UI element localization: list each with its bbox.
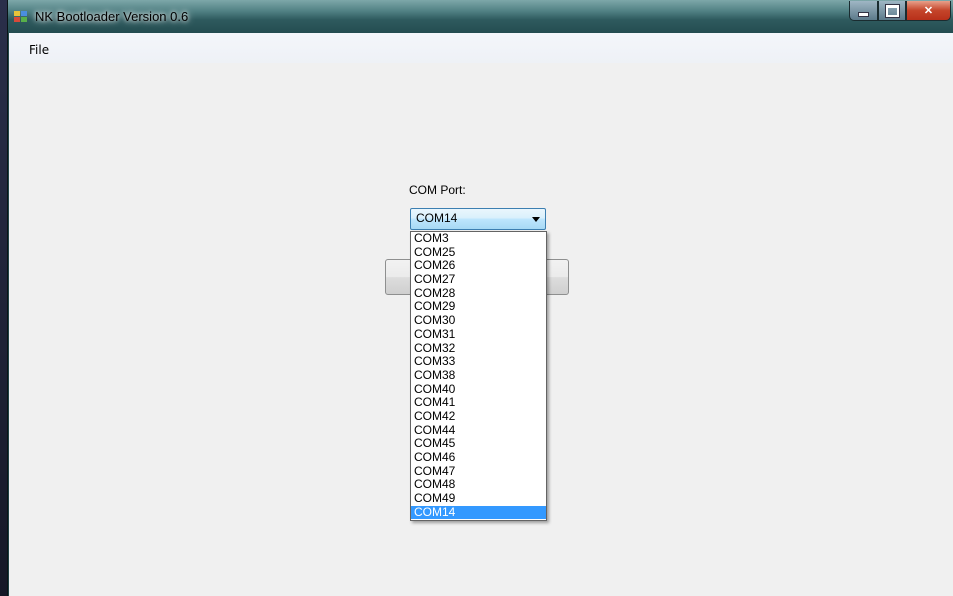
caption-buttons: ✕ (849, 1, 951, 21)
com-port-option[interactable]: COM27 (411, 272, 546, 287)
com-port-option[interactable]: COM25 (411, 245, 546, 260)
com-port-option[interactable]: COM46 (411, 450, 546, 465)
minimize-icon (858, 11, 869, 17)
close-icon: ✕ (923, 5, 934, 17)
app-window-icon (14, 11, 28, 23)
maximize-button[interactable] (878, 1, 906, 21)
client-area: File COM Port: COM14 COM3 COM25 COM26 COM27… (9, 33, 953, 596)
com-port-option[interactable]: COM48 (411, 478, 546, 492)
com-port-label: COM Port: (409, 183, 466, 197)
com-port-option[interactable]: COM28 (411, 286, 546, 301)
com-port-dropdown-list: COM3 COM25 COM26 COM27 COM28 COM29 COM30 COM31 C… (410, 231, 547, 521)
menu-bar: File (9, 33, 953, 63)
com-port-option[interactable]: COM14 (411, 505, 546, 520)
minimize-button[interactable] (849, 1, 878, 21)
com-port-option[interactable]: COM44 (411, 423, 546, 438)
chevron-down-icon[interactable] (532, 217, 540, 222)
title-bar[interactable]: NK Bootloader Version 0.6 ✕ (8, 0, 953, 33)
com-port-option[interactable]: COM40 (411, 382, 546, 397)
com-port-option[interactable]: COM30 (411, 313, 546, 328)
menu-file[interactable]: File (29, 43, 49, 57)
com-port-option[interactable]: COM31 (411, 327, 546, 342)
app-window: NK Bootloader Version 0.6 ✕ File COM Por… (7, 0, 953, 596)
com-port-select[interactable]: COM14 (410, 208, 546, 230)
com-port-option[interactable]: COM41 (411, 396, 546, 410)
com-port-option[interactable]: COM45 (411, 437, 546, 451)
com-port-option[interactable]: COM26 (411, 259, 546, 273)
com-port-option[interactable]: COM32 (411, 341, 546, 356)
com-port-option[interactable]: COM38 (411, 368, 546, 383)
com-port-option[interactable]: COM33 (411, 354, 546, 369)
com-port-option[interactable]: COM47 (411, 464, 546, 479)
window-title: NK Bootloader Version 0.6 (35, 9, 189, 24)
com-port-selected-value: COM14 (416, 211, 458, 225)
com-port-option[interactable]: COM49 (411, 491, 546, 506)
com-port-option[interactable]: COM42 (411, 409, 546, 424)
maximize-icon (884, 3, 900, 18)
com-port-option[interactable]: COM29 (411, 300, 546, 314)
close-button[interactable]: ✕ (906, 1, 951, 21)
com-port-option[interactable]: COM3 (411, 231, 546, 246)
